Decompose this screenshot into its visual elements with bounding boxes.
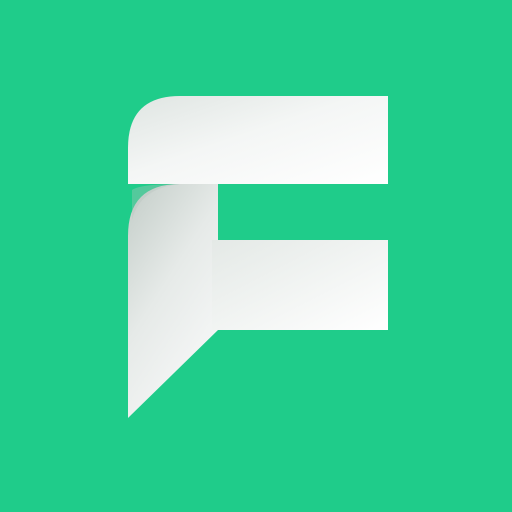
logo-cutout (218, 184, 388, 240)
logo-top-bar (128, 96, 388, 184)
app-icon-tile (0, 0, 512, 512)
f-speech-bubble-logo-icon (0, 0, 512, 512)
logo-middle-bar (212, 240, 388, 330)
